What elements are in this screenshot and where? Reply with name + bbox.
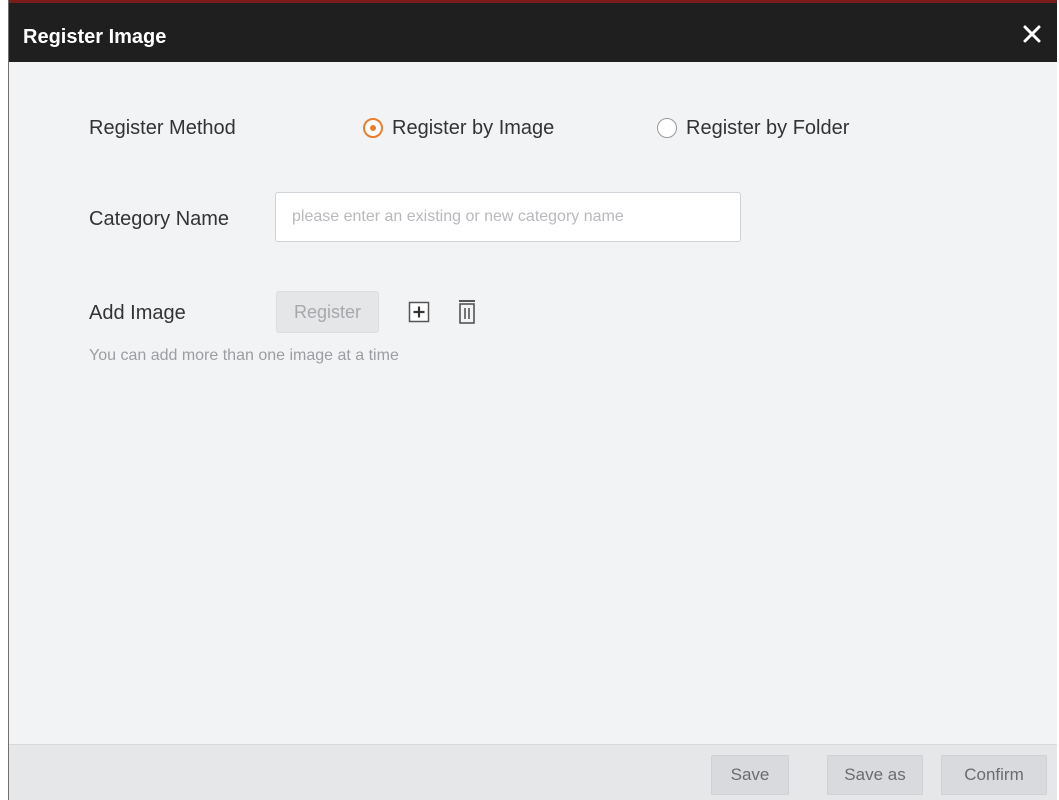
add-image-label: Add Image [89, 302, 186, 324]
register-button[interactable]: Register [276, 291, 379, 333]
dialog-titlebar: Register Image [9, 0, 1057, 62]
delete-image-button[interactable] [455, 298, 479, 324]
register-image-dialog: Register Image Register Method Register … [8, 0, 1057, 800]
save-button[interactable]: Save [711, 755, 789, 795]
radio-register-by-image[interactable]: Register by Image [363, 116, 554, 140]
category-name-input[interactable] [275, 192, 741, 242]
plus-icon [408, 301, 430, 323]
radio-register-by-folder[interactable]: Register by Folder [657, 116, 849, 140]
close-icon [1023, 25, 1041, 43]
register-method-label: Register Method [89, 117, 236, 139]
save-as-button[interactable]: Save as [827, 755, 923, 795]
category-name-label: Category Name [89, 208, 230, 230]
radio-checked-icon [363, 118, 383, 138]
confirm-button[interactable]: Confirm [941, 755, 1047, 795]
add-image-hint: You can add more than one image at a tim… [89, 347, 399, 364]
add-image-button[interactable] [407, 300, 431, 324]
trash-icon [459, 300, 475, 324]
dialog-title: Register Image [23, 26, 167, 48]
close-button[interactable] [1019, 21, 1045, 47]
radio-label-register-by-folder: Register by Folder [686, 117, 850, 139]
radio-label-register-by-image: Register by Image [392, 117, 555, 139]
radio-unchecked-icon [657, 118, 677, 138]
dialog-footer: Save Save as Confirm [9, 744, 1057, 800]
